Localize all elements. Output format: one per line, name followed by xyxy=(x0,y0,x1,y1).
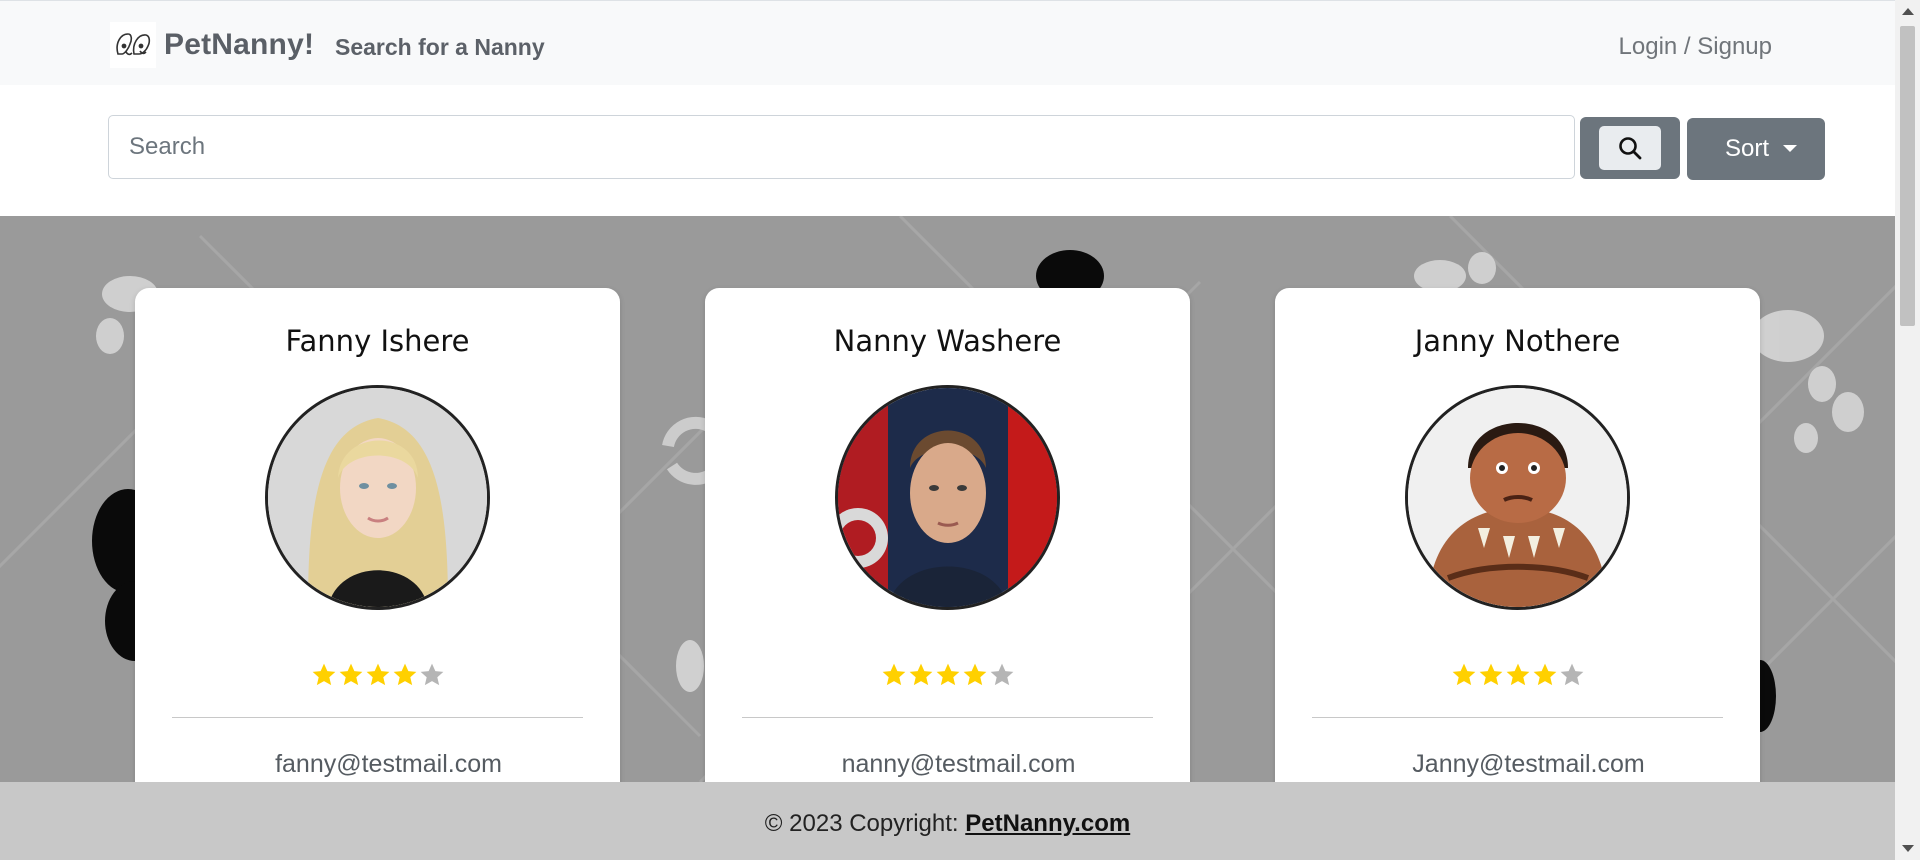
scroll-down-arrow-icon[interactable] xyxy=(1902,845,1914,852)
footer-site-link[interactable]: PetNanny.com xyxy=(965,810,1130,837)
star-filled-icon xyxy=(1506,663,1529,686)
rating-stars xyxy=(135,662,620,688)
search-bar: Sort xyxy=(0,85,1895,216)
nanny-email: nanny@testmail.com xyxy=(841,750,1076,778)
star-filled-icon xyxy=(312,663,335,686)
login-signup-link[interactable]: Login / Signup xyxy=(1619,33,1772,61)
star-filled-icon xyxy=(963,663,986,686)
scrollbar-thumb[interactable] xyxy=(1900,26,1915,326)
star-filled-icon xyxy=(1452,663,1475,686)
nanny-email: Janny@testmail.com xyxy=(1412,750,1645,778)
star-filled-icon xyxy=(393,663,416,686)
petnanny-logo[interactable] xyxy=(110,22,156,68)
star-filled-icon xyxy=(882,663,905,686)
star-filled-icon xyxy=(1479,663,1502,686)
star-filled-icon xyxy=(936,663,959,686)
star-filled-icon xyxy=(339,663,362,686)
star-filled-icon xyxy=(1533,663,1556,686)
star-empty-icon xyxy=(420,663,443,686)
sort-label: Sort xyxy=(1725,135,1770,162)
star-empty-icon xyxy=(990,663,1013,686)
card-divider xyxy=(742,717,1153,718)
nanny-name: Janny Nothere xyxy=(1414,324,1621,358)
nanny-name: Fanny Ishere xyxy=(285,324,470,358)
rating-stars xyxy=(705,662,1190,688)
brand-name[interactable]: PetNanny! xyxy=(164,28,314,62)
footer: © 2023 Copyright: PetNanny.com xyxy=(0,782,1895,860)
nanny-card[interactable]: Fanny Ishere fanny@testmail.com xyxy=(135,288,620,782)
search-icon xyxy=(1619,137,1642,160)
card-divider xyxy=(1312,717,1723,718)
vertical-scrollbar[interactable] xyxy=(1895,0,1920,860)
star-filled-icon xyxy=(366,663,389,686)
navbar: PetNanny! Search for a Nanny Login / Sig… xyxy=(0,0,1895,85)
sort-dropdown-button[interactable]: Sort xyxy=(1687,118,1825,180)
search-button-inner xyxy=(1599,126,1661,170)
nanny-card[interactable]: Janny Nothere Janny@testmail.com xyxy=(1275,288,1760,782)
nanny-name: Nanny Washere xyxy=(833,324,1062,358)
nanny-avatar xyxy=(265,385,490,610)
caret-down-icon xyxy=(1783,145,1797,152)
search-for-nanny-link[interactable]: Search for a Nanny xyxy=(335,34,545,61)
footer-copyright: © 2023 Copyright: xyxy=(764,810,959,837)
nanny-avatar xyxy=(1405,385,1630,610)
nanny-avatar xyxy=(835,385,1060,610)
star-empty-icon xyxy=(1560,663,1583,686)
rating-stars xyxy=(1275,662,1760,688)
card-divider xyxy=(172,717,583,718)
nanny-email: fanny@testmail.com xyxy=(275,750,502,778)
nanny-results-area: Fanny Ishere fanny@testmail.com Nanny Wa… xyxy=(0,216,1895,782)
search-button[interactable] xyxy=(1580,117,1680,179)
search-input[interactable] xyxy=(108,115,1575,179)
scroll-up-arrow-icon[interactable] xyxy=(1902,8,1914,15)
star-filled-icon xyxy=(909,663,932,686)
nanny-card[interactable]: Nanny Washere nanny@testmail.com xyxy=(705,288,1190,782)
